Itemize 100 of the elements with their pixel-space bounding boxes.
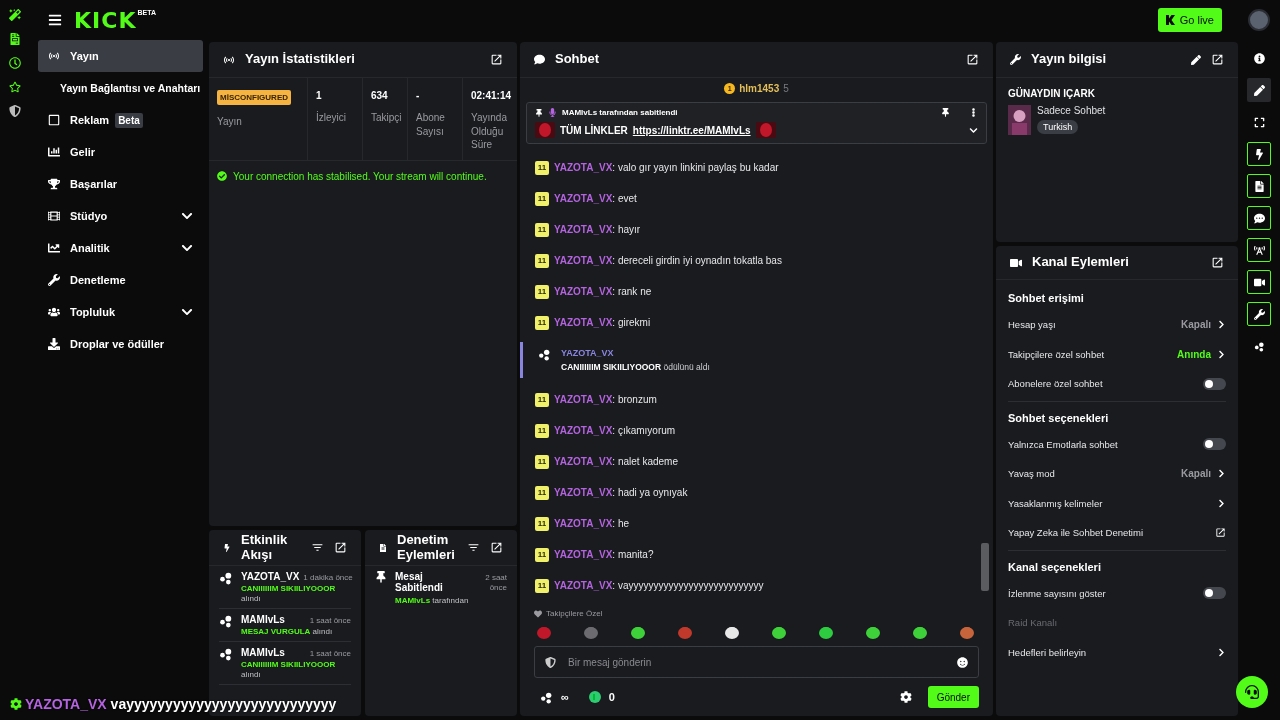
chat-message: YAZOTA_VX: hayır <box>554 224 641 235</box>
toggle-switch[interactable] <box>1203 438 1226 451</box>
chat-message: YAZOTA_VX: vayyyyyyyyyyyyyyyyyyyyyyyyyyy <box>554 580 764 591</box>
sparkle-icon[interactable] <box>9 9 21 21</box>
sidebar-item[interactable]: Analitik <box>38 232 203 264</box>
pin-icon[interactable] <box>941 108 950 117</box>
chat-message: YAZOTA_VX: valo gır yayın linkini paylaş bu kadar <box>554 162 779 173</box>
emote-icon[interactable] <box>630 624 646 640</box>
tool-button[interactable] <box>1247 302 1271 326</box>
chevron-icon[interactable] <box>1217 469 1226 479</box>
users-icon <box>48 306 60 318</box>
sidebar-subitem[interactable]: Yayın Bağlantısı ve Anahtarı <box>38 72 203 104</box>
wrench-icon <box>48 274 60 286</box>
sidebar-item[interactable]: Droplar ve ödüller <box>38 328 203 360</box>
send-button[interactable]: Gönder <box>927 686 979 708</box>
external-link-icon[interactable] <box>1215 527 1226 539</box>
emote-icon[interactable] <box>771 624 787 640</box>
chevron-icon[interactable] <box>1217 498 1226 508</box>
settings-icon[interactable] <box>899 691 912 703</box>
overlay-message: YAZOTA_VX vayyyyyyyyyyyyyyyyyyyyyyyyyyy <box>25 696 337 712</box>
menu-icon[interactable] <box>48 13 62 27</box>
subscriber-badge: 11 <box>535 423 549 438</box>
filter-icon[interactable] <box>311 541 324 554</box>
go-live-button[interactable]: Go live <box>1157 8 1222 32</box>
popout-icon[interactable] <box>1211 256 1224 269</box>
chevron-icon[interactable] <box>1217 320 1226 330</box>
points-value: ∞ <box>561 691 569 703</box>
emote-icon[interactable] <box>724 624 740 640</box>
category-name: Sadece Sohbet <box>1037 105 1106 116</box>
subscriber-badge: 11 <box>535 454 549 469</box>
language-tag: Turkish <box>1037 120 1079 134</box>
lightning-icon <box>1253 148 1265 160</box>
emote-icon[interactable] <box>912 624 928 640</box>
camera-icon <box>1253 276 1265 288</box>
chevron-icon[interactable] <box>1217 647 1226 657</box>
pinned-link[interactable]: https://linktr.ee/MAMIvLs <box>632 124 751 136</box>
setting-value: Kapalı <box>1181 468 1211 480</box>
sidebar-item[interactable]: Reklam Beta <box>38 104 203 136</box>
star-icon[interactable] <box>9 81 21 93</box>
chat-message: YAZOTA_VX: nalet kademe <box>554 456 678 467</box>
sidebar-item[interactable]: Başarılar <box>38 168 203 200</box>
subscriber-badge: 11 <box>535 284 549 299</box>
help-button[interactable] <box>1236 676 1268 708</box>
avatar[interactable] <box>1248 9 1270 31</box>
sidebar-item[interactable]: Yayın <box>38 40 203 72</box>
tool-button[interactable] <box>1247 174 1271 198</box>
tool-button[interactable] <box>1247 238 1271 262</box>
filter-icon[interactable] <box>467 541 480 554</box>
popout-icon[interactable] <box>334 541 347 554</box>
camera-icon <box>1010 256 1022 269</box>
subscriber-badge: 11 <box>535 485 549 500</box>
emoji-icon[interactable] <box>957 656 968 668</box>
setting-label: Takipçilere özel sohbet <box>1008 348 1106 360</box>
gift-count: 5 <box>783 82 789 94</box>
tool-button[interactable] <box>1247 206 1271 230</box>
subscriber-badge: 11 <box>535 578 549 593</box>
dots-icon <box>219 571 233 585</box>
sidebar-item[interactable]: Gelir <box>38 136 203 168</box>
notice-text: Your connection has stabilised. Your stream will continue. <box>233 170 487 182</box>
user-name: YAZOTA_VX <box>561 348 615 358</box>
clock-icon[interactable] <box>9 57 21 69</box>
subscriber-badge: 11 <box>535 160 549 175</box>
popout-icon[interactable] <box>490 541 503 554</box>
event-text: MESAJ VURGULA alındı <box>241 627 334 637</box>
subscriber-badge: 11 <box>535 547 549 562</box>
chat-message: YAZOTA_VX: dereceli girdin iyi oynadın tokatla bas <box>554 255 782 266</box>
more-icon[interactable] <box>969 108 978 117</box>
setting-label: Yavaş mod <box>1008 468 1056 480</box>
file-icon[interactable] <box>9 33 21 45</box>
toggle-switch[interactable] <box>1203 587 1226 600</box>
reward-text: CANIIIIIIM SIKIILIYOOOR ödülünü aldı <box>561 362 710 372</box>
event-text: MAMIvLs tarafından <box>395 595 470 606</box>
chevron-icon[interactable] <box>1217 349 1226 359</box>
chevron-icon[interactable] <box>969 125 978 135</box>
logo[interactable]: KICK <box>74 7 137 33</box>
chevron-icon[interactable] <box>181 210 193 222</box>
popout-icon[interactable] <box>966 53 979 66</box>
chevron-icon[interactable] <box>181 242 193 254</box>
event-text: CANIIIIIIM SIKIILIYOOOR alındı <box>241 660 337 680</box>
tool-button[interactable] <box>1247 142 1271 166</box>
shield-icon[interactable] <box>9 105 21 117</box>
message-box[interactable]: Bir mesaj gönderin <box>534 646 979 678</box>
sidebar-item[interactable]: Denetleme <box>38 264 203 296</box>
pinned-by: MAMIvLs tarafından sabitlendi <box>562 108 679 117</box>
sidebar-item[interactable]: Topluluk <box>38 296 203 328</box>
chat-message: YAZOTA_VX: çıkamıyorum <box>554 425 676 436</box>
chevron-icon[interactable] <box>181 306 193 318</box>
message-field[interactable]: Bir mesaj gönderin <box>566 655 947 669</box>
emote-section-label: Takipçilere Özel <box>546 609 603 618</box>
sidebar-item[interactable]: Stüdyo <box>38 200 203 232</box>
scrollbar[interactable] <box>981 543 989 591</box>
toggle-switch[interactable] <box>1203 377 1226 390</box>
emote-icon <box>535 122 555 138</box>
emote-icon[interactable] <box>818 624 834 640</box>
popout-icon[interactable] <box>1211 53 1224 66</box>
pencil-icon[interactable] <box>1191 54 1201 65</box>
popout-icon[interactable] <box>490 53 503 66</box>
emote-icon[interactable] <box>865 624 881 640</box>
tool-button[interactable] <box>1247 78 1271 102</box>
tool-button[interactable] <box>1247 270 1271 294</box>
